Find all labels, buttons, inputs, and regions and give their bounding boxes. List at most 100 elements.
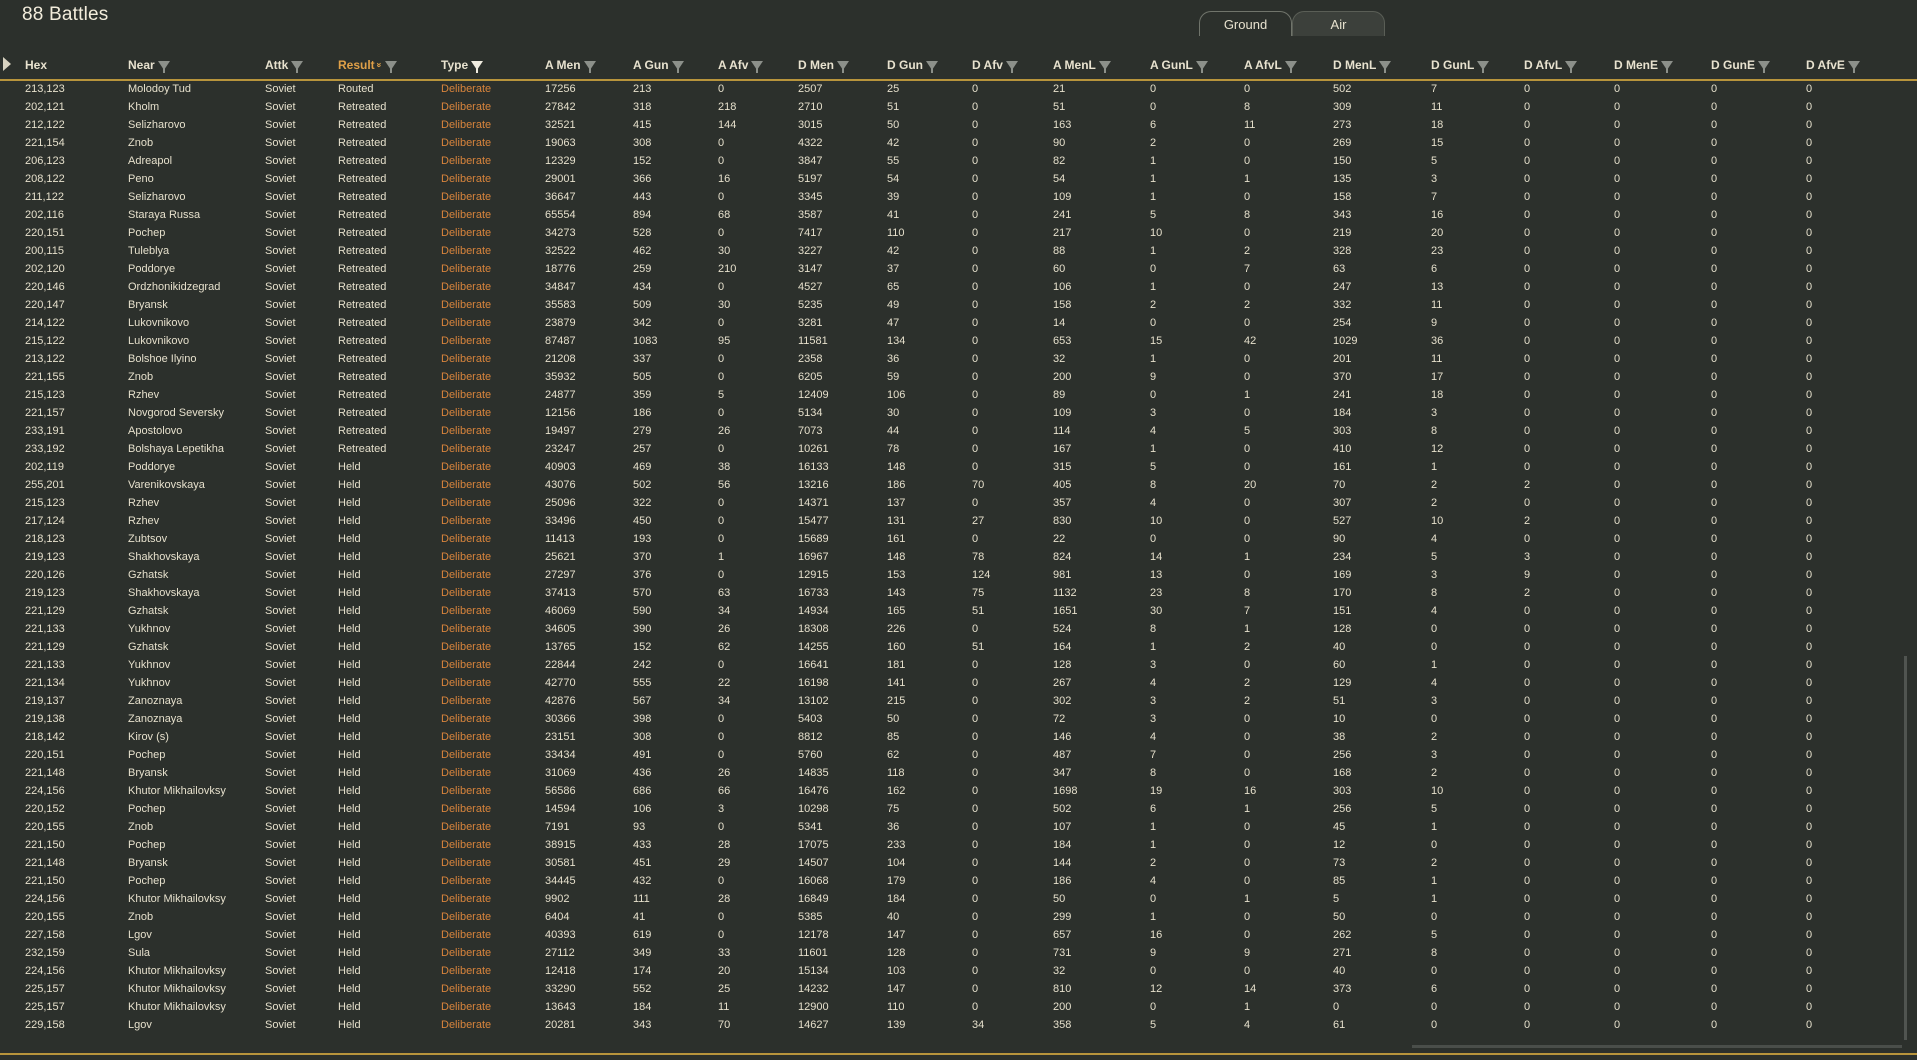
table-row[interactable]: 220,146 Ordzhonikidzegrad Soviet Retreated D… bbox=[0, 279, 1917, 297]
filter-icon[interactable] bbox=[157, 60, 170, 73]
tab-ground[interactable]: Ground bbox=[1199, 11, 1292, 36]
vertical-scrollbar[interactable] bbox=[1904, 656, 1907, 1040]
column-header-result[interactable]: Result» bbox=[338, 58, 397, 73]
table-row[interactable]: 219,123 Shakhovskaya Soviet Held Deliberate 3… bbox=[0, 585, 1917, 603]
table-row[interactable]: 221,155 Znob Soviet Retreated Deliberate 3593… bbox=[0, 369, 1917, 387]
table-row[interactable]: 200,115 Tuleblya Soviet Retreated Deliberate… bbox=[0, 243, 1917, 261]
table-row[interactable]: 220,147 Bryansk Soviet Retreated Deliberate 3… bbox=[0, 297, 1917, 315]
table-row[interactable]: 208,122 Peno Soviet Retreated Deliberate 2900… bbox=[0, 171, 1917, 189]
filter-icon[interactable] bbox=[1195, 60, 1208, 73]
table-row[interactable]: 221,150 Pochep Soviet Held Deliberate 34445 43… bbox=[0, 873, 1917, 891]
column-header-amen[interactable]: A Men bbox=[545, 58, 596, 73]
table-row[interactable]: 215,122 Lukovnikovo Soviet Retreated Deliber… bbox=[0, 333, 1917, 351]
table-row[interactable]: 221,134 Yukhnov Soviet Held Deliberate 42770 5… bbox=[0, 675, 1917, 693]
table-row[interactable]: 232,159 Sula Soviet Held Deliberate 27112 349 3… bbox=[0, 945, 1917, 963]
expand-arrow-icon[interactable] bbox=[3, 57, 11, 71]
filter-icon[interactable] bbox=[384, 60, 397, 73]
table-row[interactable]: 211,122 Selizharovo Soviet Retreated Deliber… bbox=[0, 189, 1917, 207]
filter-icon[interactable] bbox=[926, 60, 938, 73]
table-row[interactable]: 221,129 Gzhatsk Soviet Held Deliberate 46069 5… bbox=[0, 603, 1917, 621]
column-header-near[interactable]: Near bbox=[128, 58, 170, 73]
table-row[interactable]: 221,133 Yukhnov Soviet Held Deliberate 22844 2… bbox=[0, 657, 1917, 675]
table-row[interactable]: 221,133 Yukhnov Soviet Held Deliberate 34605 3… bbox=[0, 621, 1917, 639]
table-row[interactable]: 219,137 Zanoznaya Soviet Held Deliberate 4287… bbox=[0, 693, 1917, 711]
filter-icon[interactable] bbox=[1565, 60, 1578, 73]
table-row[interactable]: 221,148 Bryansk Soviet Held Deliberate 31069 4… bbox=[0, 765, 1917, 783]
table-row[interactable]: 221,150 Pochep Soviet Held Deliberate 38915 43… bbox=[0, 837, 1917, 855]
cell-attk: Soviet bbox=[265, 695, 296, 707]
filter-icon[interactable] bbox=[837, 60, 849, 73]
table-row[interactable]: 218,142 Kirov (s) Soviet Held Deliberate 2315… bbox=[0, 729, 1917, 747]
table-row[interactable]: 213,122 Bolshoe Ilyino Soviet Retreated Deli… bbox=[0, 351, 1917, 369]
horizontal-scrollbar[interactable] bbox=[1412, 1045, 1902, 1048]
column-header-hex[interactable]: Hex bbox=[25, 58, 47, 72]
table-row[interactable]: 221,148 Bryansk Soviet Held Deliberate 30581 4… bbox=[0, 855, 1917, 873]
table-row[interactable]: 215,123 Rzhev Soviet Held Deliberate 25096 322… bbox=[0, 495, 1917, 513]
filter-icon[interactable] bbox=[1098, 60, 1111, 73]
table-row[interactable]: 255,201 Varenikovskaya Soviet Held Deliberat… bbox=[0, 477, 1917, 495]
column-header-dafve[interactable]: D AfvE bbox=[1806, 58, 1860, 73]
filter-icon[interactable] bbox=[1284, 60, 1297, 73]
filter-icon[interactable] bbox=[671, 60, 684, 73]
filter-icon[interactable] bbox=[471, 60, 484, 73]
table-row[interactable]: 214,122 Lukovnikovo Soviet Retreated Deliber… bbox=[0, 315, 1917, 333]
table-row[interactable]: 227,158 Lgov Soviet Held Deliberate 40393 619 0… bbox=[0, 927, 1917, 945]
tab-air[interactable]: Air bbox=[1292, 11, 1385, 36]
table-row[interactable]: 212,122 Selizharovo Soviet Retreated Deliber… bbox=[0, 117, 1917, 135]
filter-icon[interactable] bbox=[291, 60, 304, 73]
table-row[interactable]: 217,124 Rzhev Soviet Held Deliberate 33496 450… bbox=[0, 513, 1917, 531]
filter-icon[interactable] bbox=[1661, 60, 1674, 73]
filter-icon[interactable] bbox=[583, 60, 596, 73]
table-row[interactable]: 221,157 Novgorod Seversky Soviet Retreated D… bbox=[0, 405, 1917, 423]
column-header-attk[interactable]: Attk bbox=[265, 58, 304, 73]
table-row[interactable]: 219,123 Shakhovskaya Soviet Held Deliberate 2… bbox=[0, 549, 1917, 567]
table-row[interactable]: 220,126 Gzhatsk Soviet Held Deliberate 27297 3… bbox=[0, 567, 1917, 585]
filter-icon[interactable] bbox=[1477, 60, 1490, 73]
cell-dmenl: 151 bbox=[1333, 605, 1352, 617]
filter-icon[interactable] bbox=[1005, 60, 1018, 73]
column-header-dmenl[interactable]: D MenL bbox=[1333, 58, 1392, 73]
column-header-type[interactable]: Type bbox=[441, 58, 484, 73]
table-row[interactable]: 213,123 Molodoy Tud Soviet Routed Deliberate… bbox=[0, 81, 1917, 99]
table-row[interactable]: 218,123 Zubtsov Soviet Held Deliberate 11413 1… bbox=[0, 531, 1917, 549]
table-row[interactable]: 229,158 Lgov Soviet Held Deliberate 20281 343 7… bbox=[0, 1017, 1917, 1035]
column-header-dmene[interactable]: D MenE bbox=[1614, 58, 1674, 73]
filter-icon[interactable] bbox=[1758, 60, 1770, 73]
column-header-amenl[interactable]: A MenL bbox=[1053, 58, 1111, 73]
table-row[interactable]: 202,120 Poddorye Soviet Retreated Deliberate… bbox=[0, 261, 1917, 279]
sort-descending-icon[interactable]: » bbox=[374, 62, 384, 67]
column-header-dafv[interactable]: D Afv bbox=[972, 58, 1018, 73]
table-row[interactable]: 233,191 Apostolovo Soviet Retreated Delibera… bbox=[0, 423, 1917, 441]
table-row[interactable]: 224,156 Khutor Mikhailovksy Soviet Held Deli… bbox=[0, 963, 1917, 981]
table-row[interactable]: 220,152 Pochep Soviet Held Deliberate 14594 10… bbox=[0, 801, 1917, 819]
column-header-aafv[interactable]: A Afv bbox=[718, 58, 764, 73]
column-header-dmen[interactable]: D Men bbox=[798, 58, 849, 73]
table-row[interactable]: 215,123 Rzhev Soviet Retreated Deliberate 248… bbox=[0, 387, 1917, 405]
table-row[interactable]: 221,154 Znob Soviet Retreated Deliberate 1906… bbox=[0, 135, 1917, 153]
filter-icon[interactable] bbox=[1379, 60, 1392, 73]
table-row[interactable]: 202,116 Staraya Russa Soviet Retreated Delib… bbox=[0, 207, 1917, 225]
column-header-agun[interactable]: A Gun bbox=[633, 58, 684, 73]
column-header-dgun[interactable]: D Gun bbox=[887, 58, 938, 73]
table-row[interactable]: 220,151 Pochep Soviet Held Deliberate 33434 49… bbox=[0, 747, 1917, 765]
table-row[interactable]: 224,156 Khutor Mikhailovksy Soviet Held Deli… bbox=[0, 891, 1917, 909]
filter-icon[interactable] bbox=[1847, 60, 1860, 73]
column-header-dgunl[interactable]: D GunL bbox=[1431, 58, 1490, 73]
table-row[interactable]: 221,129 Gzhatsk Soviet Held Deliberate 13765 1… bbox=[0, 639, 1917, 657]
table-row[interactable]: 233,192 Bolshaya Lepetikha Soviet Retreated… bbox=[0, 441, 1917, 459]
column-header-dgune[interactable]: D GunE bbox=[1711, 58, 1770, 73]
table-row[interactable]: 219,138 Zanoznaya Soviet Held Deliberate 3036… bbox=[0, 711, 1917, 729]
table-row[interactable]: 206,123 Adreapol Soviet Retreated Deliberate… bbox=[0, 153, 1917, 171]
column-header-agunl[interactable]: A GunL bbox=[1150, 58, 1208, 73]
filter-icon[interactable] bbox=[751, 60, 764, 73]
table-row[interactable]: 202,119 Poddorye Soviet Held Deliberate 40903… bbox=[0, 459, 1917, 477]
table-row[interactable]: 225,157 Khutor Mikhailovksy Soviet Held Deli… bbox=[0, 999, 1917, 1017]
table-row[interactable]: 224,156 Khutor Mikhailovksy Soviet Held Deli… bbox=[0, 783, 1917, 801]
table-row[interactable]: 225,157 Khutor Mikhailovksy Soviet Held Deli… bbox=[0, 981, 1917, 999]
table-row[interactable]: 220,155 Znob Soviet Held Deliberate 6404 41 0 53… bbox=[0, 909, 1917, 927]
table-row[interactable]: 220,151 Pochep Soviet Retreated Deliberate 34… bbox=[0, 225, 1917, 243]
table-row[interactable]: 220,155 Znob Soviet Held Deliberate 7191 93 0 53… bbox=[0, 819, 1917, 837]
table-row[interactable]: 202,121 Kholm Soviet Retreated Deliberate 278… bbox=[0, 99, 1917, 117]
column-header-aafvl[interactable]: A AfvL bbox=[1244, 58, 1297, 73]
column-header-dafvl[interactable]: D AfvL bbox=[1524, 58, 1578, 73]
